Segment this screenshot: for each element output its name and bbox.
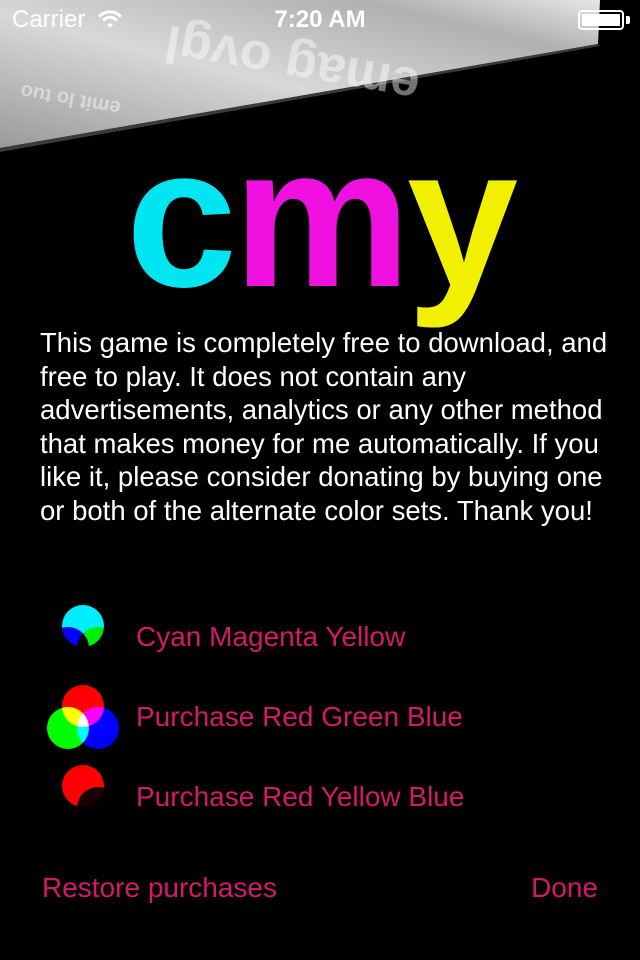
done-button[interactable]: Done — [531, 872, 598, 904]
rgb-venn-icon — [46, 684, 120, 750]
ryb-venn-icon — [47, 765, 119, 829]
option-cmy[interactable]: Cyan Magenta Yellow — [46, 601, 606, 673]
option-rgb[interactable]: Purchase Red Green Blue — [46, 681, 606, 753]
cmy-venn-icon — [47, 605, 119, 669]
option-label: Purchase Red Green Blue — [136, 701, 463, 732]
battery-icon — [578, 10, 624, 30]
clock: 7:20 AM — [274, 6, 366, 33]
battery-tip — [626, 16, 630, 24]
description-text: This game is completely free to download… — [40, 327, 608, 526]
restore-purchases-button[interactable]: Restore purchases — [42, 872, 277, 904]
option-ryb[interactable]: Purchase Red Yellow Blue — [46, 761, 606, 833]
status-bar: Carrier 7:20 AM — [0, 0, 640, 40]
option-label: Purchase Red Yellow Blue — [136, 781, 465, 812]
option-label: Cyan Magenta Yellow — [136, 621, 406, 652]
